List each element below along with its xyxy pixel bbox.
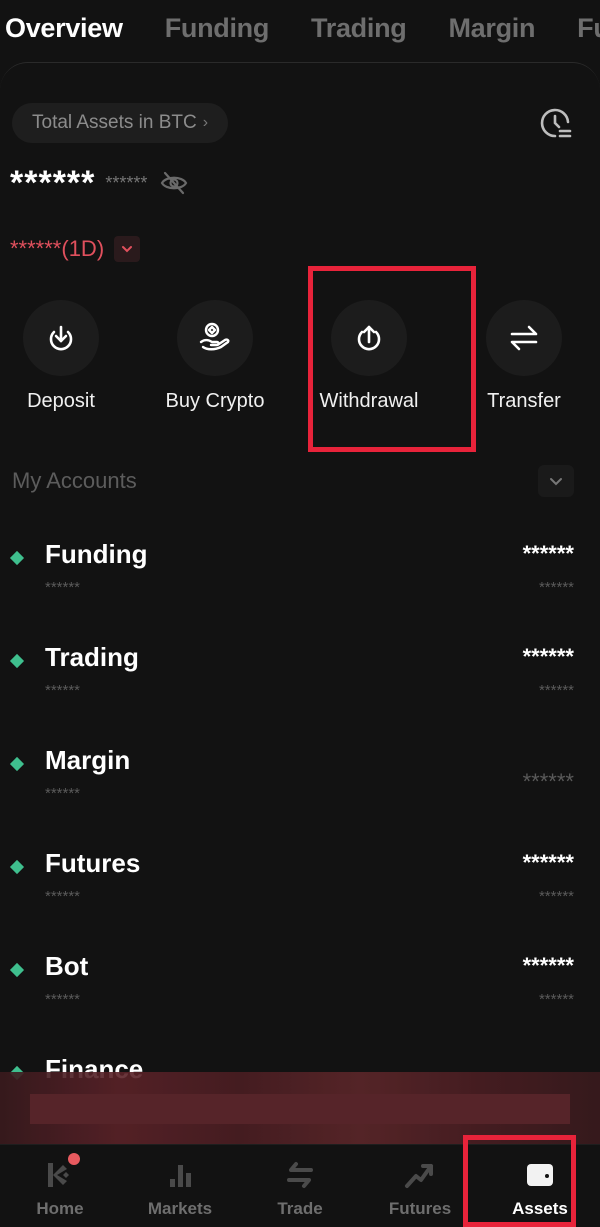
account-tabs: Overview Funding Trading Margin Futures bbox=[0, 0, 600, 56]
accounts-collapse-toggle[interactable] bbox=[538, 465, 574, 497]
account-row-bot[interactable]: Bot ****** ****** ****** bbox=[0, 947, 600, 1037]
account-name-sub: ****** bbox=[45, 682, 81, 699]
eye-off-icon bbox=[161, 171, 188, 195]
tab-overview[interactable]: Overview bbox=[5, 13, 123, 44]
account-row-futures[interactable]: Futures ****** ****** ****** bbox=[0, 844, 600, 934]
redacted-banner bbox=[0, 1072, 600, 1144]
bar-chart-icon bbox=[170, 1165, 191, 1187]
pnl-row: ******(1D) bbox=[10, 236, 141, 262]
kucoin-logo-icon bbox=[48, 1163, 69, 1187]
hide-balance-toggle[interactable] bbox=[159, 171, 189, 195]
nav-home-label: Home bbox=[36, 1199, 84, 1218]
account-name-sub: ****** bbox=[45, 888, 81, 905]
nav-home[interactable]: Home bbox=[0, 1145, 120, 1227]
buy-crypto-button[interactable]: Buy Crypto bbox=[155, 300, 275, 413]
account-row-funding[interactable]: Funding ****** ****** ****** bbox=[0, 535, 600, 625]
account-value: ****** bbox=[522, 953, 574, 978]
account-name: Margin bbox=[45, 745, 131, 775]
tab-margin[interactable]: Margin bbox=[448, 13, 535, 44]
account-name-sub: ****** bbox=[45, 579, 81, 596]
nav-futures-label: Futures bbox=[388, 1199, 452, 1218]
account-name-sub: ****** bbox=[45, 991, 81, 1008]
account-value-sub: ****** bbox=[538, 682, 574, 699]
diamond-bullet-icon bbox=[9, 550, 25, 566]
quick-actions: Deposit Buy Crypto Withdrawal Transfer bbox=[0, 300, 600, 430]
account-value: ****** bbox=[522, 644, 574, 669]
account-name: Futures bbox=[45, 848, 141, 878]
notification-dot bbox=[68, 1153, 80, 1165]
account-name: Funding bbox=[45, 539, 148, 569]
account-value-sub: ****** bbox=[538, 991, 574, 1008]
account-value-sub: ****** bbox=[538, 888, 574, 905]
coin-hand-icon bbox=[199, 322, 230, 351]
history-button[interactable] bbox=[536, 104, 576, 144]
download-circle-icon bbox=[49, 325, 73, 351]
nav-futures[interactable]: Futures bbox=[360, 1145, 480, 1227]
total-assets-selector[interactable]: Total Assets in BTC › bbox=[12, 103, 229, 143]
diamond-bullet-icon bbox=[9, 859, 25, 875]
swap-vertical-icon bbox=[287, 1162, 313, 1188]
chevron-down-icon bbox=[122, 246, 133, 253]
tab-funding[interactable]: Funding bbox=[165, 13, 270, 44]
nav-markets-label: Markets bbox=[147, 1199, 213, 1218]
nav-trade-label: Trade bbox=[277, 1199, 323, 1218]
assets-highlight-box bbox=[463, 1135, 576, 1227]
account-value: ****** bbox=[522, 850, 574, 875]
nav-markets[interactable]: Markets bbox=[120, 1145, 240, 1227]
account-name-sub: ****** bbox=[45, 785, 81, 802]
account-row-margin[interactable]: Margin ****** ****** bbox=[0, 741, 600, 831]
diamond-bullet-icon bbox=[9, 756, 25, 772]
pnl-value: ******(1D) bbox=[10, 236, 105, 261]
nav-trade[interactable]: Trade bbox=[240, 1145, 360, 1227]
chevron-down-icon bbox=[550, 477, 562, 485]
buy-crypto-label: Buy Crypto bbox=[165, 390, 265, 412]
pnl-period-dropdown[interactable] bbox=[114, 236, 141, 262]
withdrawal-highlight-box bbox=[308, 266, 476, 452]
account-name: Bot bbox=[45, 951, 89, 981]
deposit-button[interactable]: Deposit bbox=[1, 300, 121, 413]
account-value: ****** bbox=[522, 541, 574, 566]
transfer-button[interactable]: Transfer bbox=[464, 300, 584, 413]
diamond-bullet-icon bbox=[9, 653, 25, 669]
account-name: Trading bbox=[45, 642, 139, 672]
account-row-trading[interactable]: Trading ****** ****** ****** bbox=[0, 638, 600, 728]
chevron-right-icon: › bbox=[202, 114, 209, 131]
total-balance: ****** ****** bbox=[10, 166, 189, 200]
account-value: ****** bbox=[522, 769, 574, 794]
my-accounts-title: My Accounts bbox=[12, 468, 137, 493]
tab-futures[interactable]: Futures bbox=[577, 13, 600, 44]
balance-sub: ****** bbox=[105, 172, 148, 193]
clock-list-icon bbox=[540, 108, 572, 138]
tab-trading[interactable]: Trading bbox=[311, 13, 407, 44]
account-value-sub: ****** bbox=[538, 579, 574, 596]
trend-up-icon bbox=[405, 1164, 433, 1188]
transfer-label: Transfer bbox=[487, 390, 561, 412]
balance-main: ****** bbox=[10, 164, 96, 202]
deposit-label: Deposit bbox=[27, 390, 95, 412]
total-assets-label: Total Assets in BTC bbox=[32, 112, 197, 133]
diamond-bullet-icon bbox=[9, 962, 25, 978]
swap-arrows-icon bbox=[510, 325, 538, 351]
